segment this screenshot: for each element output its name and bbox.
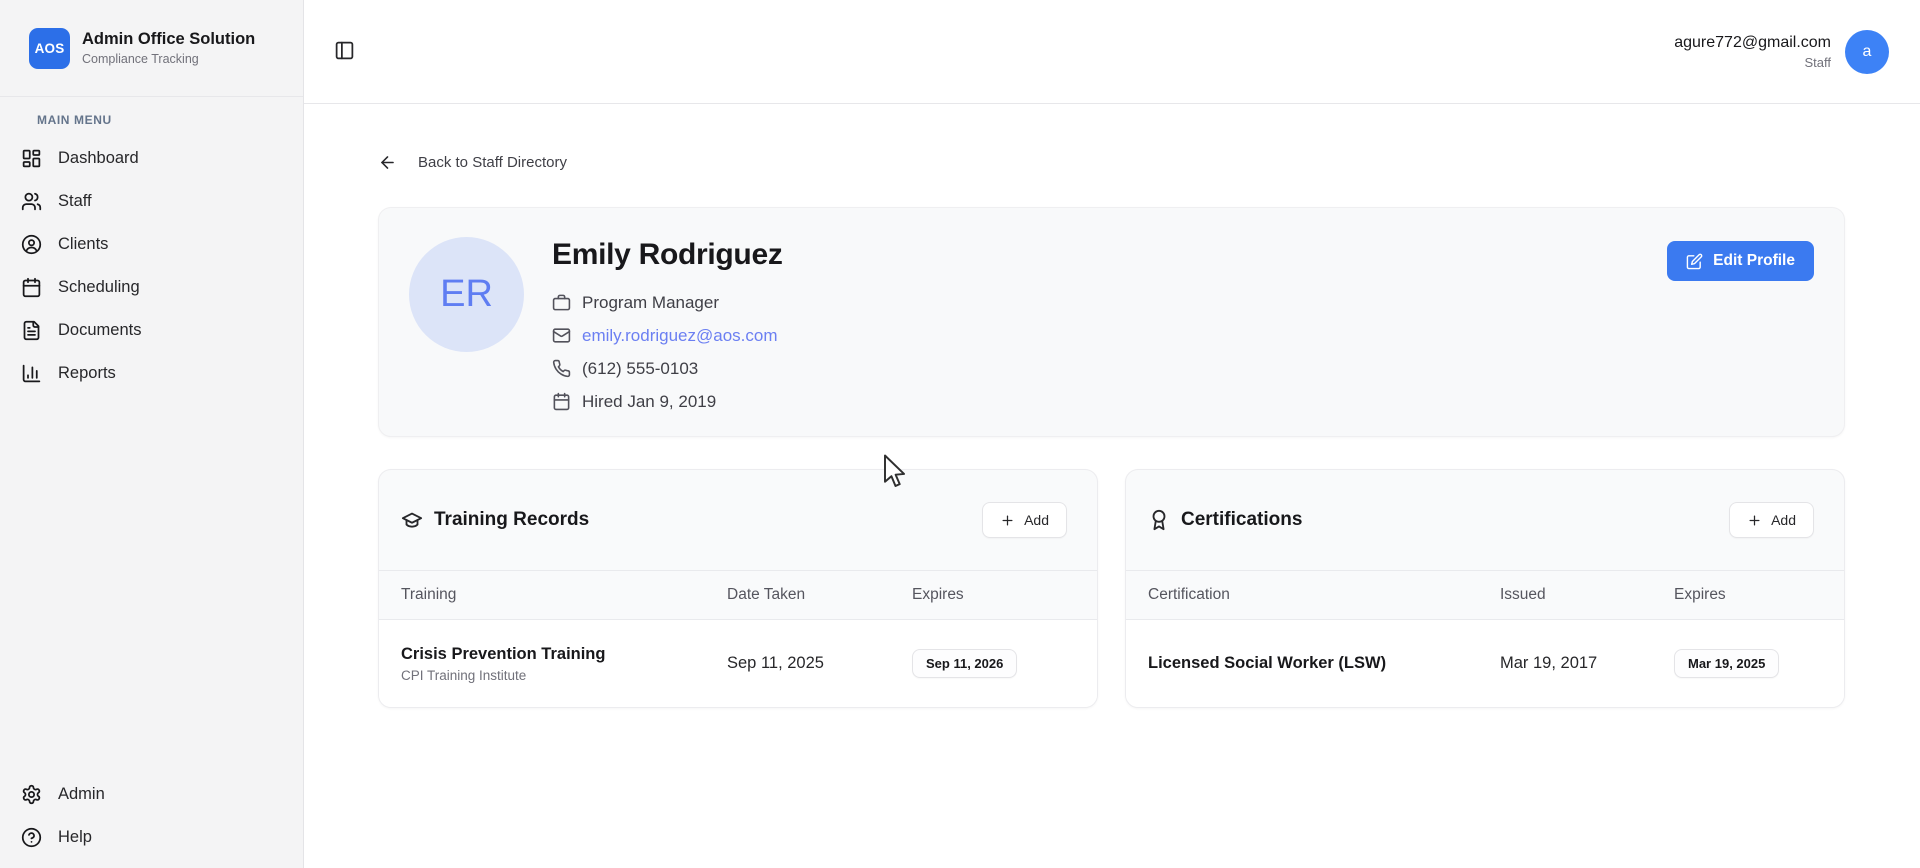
certification-issued: Mar 19, 2017 — [1500, 654, 1598, 672]
sidebar-section-label: MAIN MENU — [37, 113, 112, 127]
account-email: agure772@gmail.com — [1674, 33, 1831, 51]
edit-profile-label: Edit Profile — [1713, 252, 1795, 269]
column-header: Expires — [912, 586, 964, 603]
sidebar-item-label: Documents — [58, 321, 142, 339]
profile-job-title-row: Program Manager — [552, 286, 783, 319]
mail-icon — [552, 328, 571, 343]
profile-email-row: emily.rodriguez@aos.com — [552, 319, 783, 352]
award-icon — [1152, 509, 1166, 531]
users-icon — [21, 192, 42, 211]
training-table-header: Training Date Taken Expires — [379, 570, 1097, 620]
bar-chart-icon — [22, 364, 41, 383]
phone-icon — [552, 359, 571, 378]
calendar-icon — [553, 392, 570, 411]
calendar-icon — [22, 277, 41, 298]
sidebar-item-clients[interactable]: Clients — [0, 223, 303, 266]
topbar: agure772@gmail.com Staff a — [304, 0, 1920, 104]
account-block: agure772@gmail.com Staff a — [1674, 29, 1889, 74]
add-certification-label: Add — [1771, 512, 1796, 528]
sidebar-item-label: Reports — [58, 364, 116, 382]
plus-icon — [1002, 515, 1013, 525]
add-certification-button[interactable]: Add — [1729, 502, 1814, 538]
panel-left-icon — [335, 41, 353, 59]
certifications-table-header: Certification Issued Expires — [1126, 570, 1844, 620]
profile-name: Emily Rodriguez — [552, 238, 783, 271]
sidebar-footer: Admin Help — [0, 773, 303, 868]
sidebar-item-label: Staff — [58, 192, 92, 210]
certifications-title-label: Certifications — [1181, 509, 1303, 530]
account-avatar[interactable]: a — [1845, 29, 1889, 74]
profile-email-link[interactable]: emily.rodriguez@aos.com — [582, 326, 778, 346]
certifications-title: Certifications — [1148, 509, 1302, 531]
plus-icon — [1749, 515, 1760, 525]
column-header: Certification — [1148, 586, 1230, 603]
back-to-staff-directory-link[interactable]: Back to Staff Directory — [378, 150, 567, 174]
app-logo: AOS — [29, 27, 70, 69]
training-records-title: Training Records — [401, 509, 589, 531]
profile-phone-row: (612) 555-0103 — [552, 352, 783, 385]
user-circle-icon — [21, 234, 42, 255]
edit-pencil-icon — [1686, 253, 1703, 269]
sidebar-item-staff[interactable]: Staff — [0, 180, 303, 223]
back-link-label: Back to Staff Directory — [418, 153, 567, 171]
sidebar-item-scheduling[interactable]: Scheduling — [0, 266, 303, 309]
training-provider: CPI Training Institute — [401, 667, 527, 683]
training-expires-badge: Sep 11, 2026 — [912, 649, 1018, 678]
add-training-label: Add — [1024, 512, 1049, 528]
column-header: Expires — [1674, 586, 1726, 603]
sidebar-item-label: Clients — [58, 235, 109, 253]
sidebar-item-help[interactable]: Help — [0, 816, 303, 859]
graduation-cap-icon — [401, 512, 423, 528]
sidebar-item-label: Admin — [58, 785, 105, 803]
add-training-button[interactable]: Add — [982, 502, 1067, 538]
column-header: Training — [401, 586, 457, 603]
profile-job-title: Program Manager — [582, 292, 720, 312]
profile-hired-row: Hired Jan 9, 2019 — [552, 385, 783, 418]
sidebar-item-label: Dashboard — [58, 149, 139, 167]
training-records-title-label: Training Records — [434, 509, 590, 530]
arrow-left-icon — [381, 155, 394, 169]
training-date-taken: Sep 11, 2025 — [727, 654, 824, 672]
column-header: Issued — [1500, 586, 1546, 603]
app-window: AOS Admin Office Solution Compliance Tra… — [0, 0, 1920, 868]
main-area: agure772@gmail.com Staff a Back to Staff… — [304, 0, 1920, 868]
app-title: Admin Office Solution — [82, 30, 256, 48]
app-subtitle: Compliance Tracking — [82, 52, 199, 66]
training-name: Crisis Prevention Training — [401, 644, 606, 663]
app-logo-block: AOS Admin Office Solution Compliance Tra… — [0, 0, 303, 97]
profile-card: ER Emily Rodriguez Program Manager emily… — [378, 207, 1845, 437]
sidebar-item-admin[interactable]: Admin — [0, 773, 303, 816]
certifications-panel: Certifications Add Certification Issued … — [1125, 469, 1845, 708]
help-circle-icon — [21, 827, 42, 848]
column-header: Date Taken — [727, 586, 806, 603]
sidebar-item-documents[interactable]: Documents — [0, 309, 303, 352]
sidebar-item-dashboard[interactable]: Dashboard — [0, 137, 303, 180]
certification-expires-badge: Mar 19, 2025 — [1674, 649, 1780, 678]
page-content: Back to Staff Directory ER Emily Rodrigu… — [304, 104, 1920, 708]
dashboard-icon — [22, 149, 41, 168]
profile-phone: (612) 555-0103 — [582, 358, 699, 378]
sidebar-item-reports[interactable]: Reports — [0, 352, 303, 395]
sidebar: AOS Admin Office Solution Compliance Tra… — [0, 0, 304, 868]
sidebar-nav: MAIN MENU Dashboard Staff Clients Schedu… — [0, 113, 303, 395]
sidebar-toggle-button[interactable] — [332, 40, 356, 64]
profile-hired-date: Hired Jan 9, 2019 — [582, 391, 717, 411]
gear-icon — [22, 784, 41, 805]
certification-table-row[interactable]: Licensed Social Worker (LSW) Mar 19, 201… — [1126, 620, 1844, 707]
training-table-row[interactable]: Crisis Prevention Training CPI Training … — [379, 620, 1097, 707]
certification-name: Licensed Social Worker (LSW) — [1148, 654, 1387, 672]
file-text-icon — [23, 320, 40, 341]
account-role: Staff — [1804, 54, 1831, 70]
training-records-panel: Training Records Add Training Date Taken… — [378, 469, 1098, 708]
sidebar-item-label: Scheduling — [58, 278, 140, 296]
sidebar-item-label: Help — [58, 828, 92, 846]
briefcase-icon — [552, 294, 571, 311]
profile-avatar: ER — [409, 237, 524, 352]
edit-profile-button[interactable]: Edit Profile — [1667, 241, 1814, 281]
